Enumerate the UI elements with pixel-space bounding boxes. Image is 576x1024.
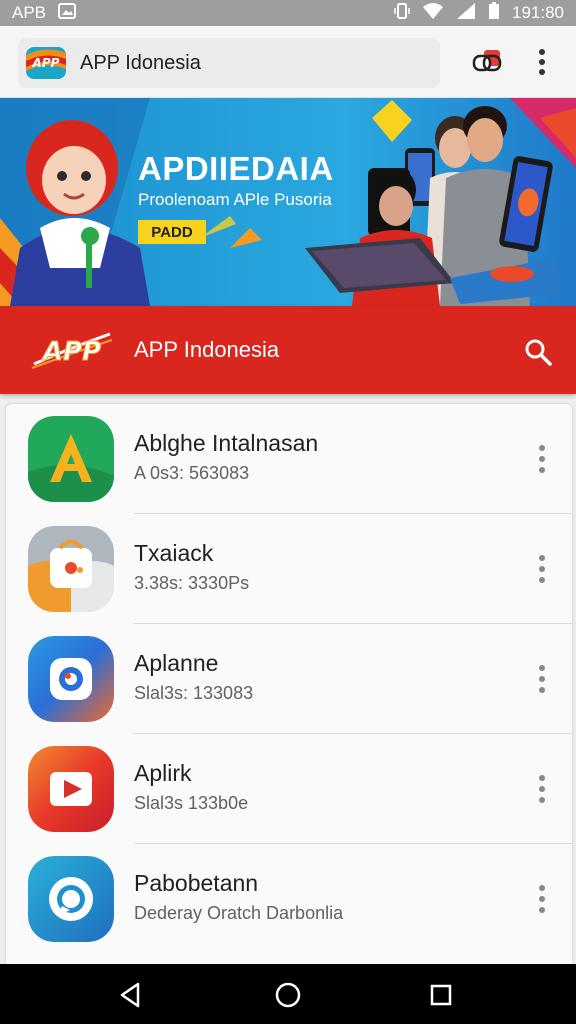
signal-icon: [456, 2, 476, 25]
clock: 191:80: [512, 3, 564, 22]
battery-icon: [488, 1, 500, 25]
banner-subtitle: Proolenoam APle Pusoria: [138, 190, 332, 209]
app-detail: Slal3s: 133083: [134, 683, 254, 703]
svg-text:APP: APP: [32, 56, 60, 70]
promo-banner[interactable]: APDIIEDAIA Proolenoam APle Pusoria PADD: [0, 98, 576, 306]
app-detail: Slal3s 133b0e: [134, 793, 249, 813]
play-icon: [28, 746, 114, 832]
list-item[interactable]: Pabobetann Dederay Oratch Darbonlia: [6, 844, 572, 954]
app-name: Aplanne: [134, 650, 219, 676]
chat-bubble-icon: [28, 856, 114, 942]
carrier-label: APB: [12, 3, 47, 22]
image-notification-icon: [58, 2, 77, 24]
title-pill[interactable]: APP APP Idonesia: [18, 38, 440, 88]
tabs-icon[interactable]: [470, 46, 506, 78]
banner-badge: PADD: [138, 220, 206, 244]
app-header: APP APP Indonesia: [0, 306, 576, 394]
app-list: Ablghe Intalnasan A 0s3: 563083 Txaiack …: [6, 404, 572, 964]
app-detail: A 0s3: 563083: [134, 463, 250, 483]
banner-title: APDIIEDAIA: [138, 150, 334, 187]
home-icon[interactable]: [273, 980, 303, 1010]
app-detail: 3.38s: 3330Ps: [134, 573, 250, 593]
status-left: APB: [12, 2, 77, 24]
brand-logo-icon: APP: [30, 328, 114, 372]
app-name: Txaiack: [134, 540, 214, 566]
recents-icon[interactable]: [426, 980, 456, 1010]
app-name: Pabobetann: [134, 870, 259, 896]
more-options-icon[interactable]: [530, 662, 554, 696]
more-options-icon[interactable]: [530, 882, 554, 916]
app-name: Ablghe Intalnasan: [134, 430, 319, 456]
camera-icon: [28, 636, 114, 722]
wifi-icon: [422, 2, 444, 25]
more-options-icon[interactable]: [530, 772, 554, 806]
list-item[interactable]: Ablghe Intalnasan A 0s3: 563083: [6, 404, 572, 514]
list-item[interactable]: Aplanne Slal3s: 133083: [6, 624, 572, 734]
app-name: Aplirk: [134, 760, 192, 786]
overflow-menu-icon[interactable]: [528, 46, 556, 78]
status-bar: APB 191:80: [0, 0, 576, 26]
green-a-icon: [28, 416, 114, 502]
back-icon[interactable]: [116, 980, 146, 1010]
vibrate-icon: [394, 2, 410, 25]
list-item[interactable]: Txaiack 3.38s: 3330Ps: [6, 514, 572, 624]
more-options-icon[interactable]: [530, 442, 554, 476]
more-options-icon[interactable]: [530, 552, 554, 586]
status-right: 191:80: [394, 1, 564, 25]
orange-bag-icon: [28, 526, 114, 612]
app-logo-icon: APP: [24, 43, 68, 83]
header-title: APP Indonesia: [134, 337, 280, 362]
page-title: APP Idonesia: [80, 51, 201, 74]
navigation-bar: [0, 964, 576, 1024]
search-icon[interactable]: [522, 336, 554, 368]
screen: APB 191:80 APP APP Idonesia APDIIEDAIA P…: [0, 0, 576, 1024]
brand-logo-text: APP: [41, 337, 101, 367]
list-item[interactable]: Aplirk Slal3s 133b0e: [6, 734, 572, 844]
top-bar: APP APP Idonesia: [0, 26, 576, 98]
app-detail: Dederay Oratch Darbonlia: [134, 903, 344, 923]
